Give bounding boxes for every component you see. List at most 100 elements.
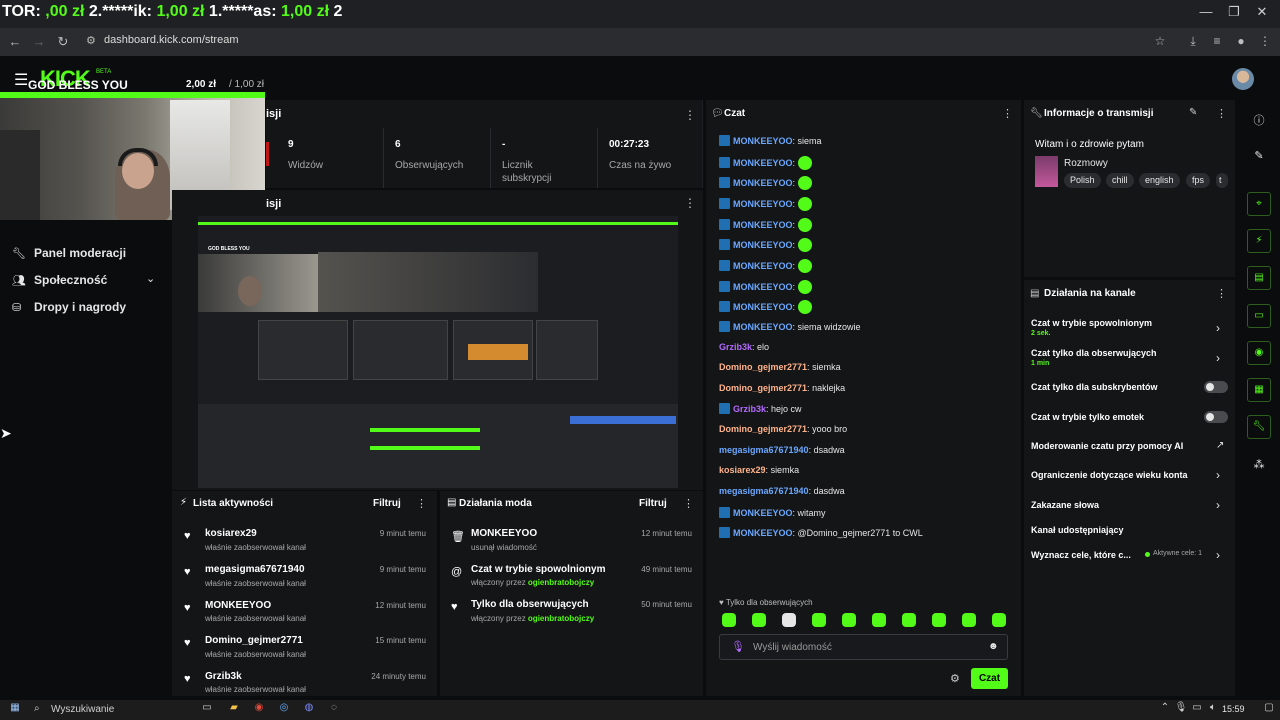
chevron-down-icon[interactable]: ⌄ xyxy=(146,272,155,285)
activity-name[interactable]: megasigma67671940 xyxy=(205,564,305,575)
chat-username[interactable]: MONKEEYOO xyxy=(733,158,793,168)
stats-menu-icon[interactable]: ⋮ xyxy=(684,108,696,122)
taskbar-clock[interactable]: 15:59 xyxy=(1222,704,1245,714)
quick-emote[interactable] xyxy=(752,613,766,627)
tray-chevron-icon[interactable]: ⌃ xyxy=(1158,702,1172,716)
chat-username[interactable]: Grzib3k xyxy=(719,342,752,352)
tag[interactable]: Polish xyxy=(1064,173,1101,188)
chat-settings-gear-icon[interactable]: ⚙ xyxy=(950,672,960,685)
chat-username[interactable]: MONKEEYOO xyxy=(733,282,793,292)
emote-only-toggle[interactable] xyxy=(1204,411,1228,423)
steam-icon[interactable]: ◎ xyxy=(277,702,291,716)
tag[interactable]: chill xyxy=(1106,173,1134,188)
sidebar-item-drops[interactable]: Dropy i nagrody xyxy=(34,300,126,314)
forward-icon[interactable]: → xyxy=(30,34,48,50)
mod-action-name[interactable]: Czat w trybie spowolnionym xyxy=(471,564,605,575)
setting-ai-moderation[interactable]: Moderowanie czatu przy pomocy AI xyxy=(1031,441,1183,451)
chevron-right-icon[interactable]: › xyxy=(1216,351,1220,365)
activity-menu-icon[interactable]: ⋮ xyxy=(416,497,427,510)
chat-username[interactable]: MONKEEYOO xyxy=(733,528,793,538)
preview-menu-icon[interactable]: ⋮ xyxy=(684,196,696,210)
clip-icon[interactable]: ⌖ xyxy=(1247,192,1271,216)
chat-username[interactable]: Domino_gejmer2771 xyxy=(719,424,807,434)
activity-name[interactable]: Grzib3k xyxy=(205,671,242,682)
mic-tray-icon[interactable]: 🎙︎ xyxy=(1174,702,1188,716)
quick-emote[interactable] xyxy=(932,613,946,627)
mod-filter-button[interactable]: Filtruj xyxy=(639,498,667,509)
url-field[interactable]: dashboard.kick.com/stream xyxy=(104,34,239,46)
setting-host-channel[interactable]: Kanał udostępniający xyxy=(1031,525,1124,535)
notification-icon[interactable]: ▢ xyxy=(1262,702,1276,716)
bolt-icon[interactable]: ⚡︎ xyxy=(1247,229,1271,253)
chat-username[interactable]: MONKEEYOO xyxy=(733,178,793,188)
chat-username[interactable]: megasigma67671940 xyxy=(719,486,809,496)
chevron-right-icon[interactable]: › xyxy=(1216,498,1220,512)
activity-name[interactable]: Domino_gejmer2771 xyxy=(205,635,303,646)
chat-emote[interactable] xyxy=(797,280,812,294)
chat-username[interactable]: MONKEEYOO xyxy=(733,322,793,332)
reload-icon[interactable]: ↻ xyxy=(54,34,72,50)
chat-emote[interactable] xyxy=(797,197,812,211)
sidebar-item-moderation[interactable]: Panel moderacji xyxy=(34,246,126,260)
chat-username[interactable]: Domino_gejmer2771 xyxy=(719,362,807,372)
media-icon[interactable]: ≡ xyxy=(1208,34,1226,50)
tag[interactable]: english xyxy=(1139,173,1180,188)
volume-icon[interactable]: 🔈︎ xyxy=(1206,702,1220,716)
chat-send-button[interactable]: Czat xyxy=(971,668,1008,689)
quick-emote[interactable] xyxy=(992,613,1006,627)
mod-action-name[interactable]: MONKEEYOO xyxy=(471,528,537,539)
chat-emote[interactable] xyxy=(797,238,812,252)
bookmark-star-icon[interactable]: ☆ xyxy=(1151,34,1169,50)
quick-emote[interactable] xyxy=(812,613,826,627)
chat-emote[interactable] xyxy=(797,176,812,190)
chat-icon[interactable]: ▭ xyxy=(1247,304,1271,328)
channel-actions-menu-icon[interactable]: ⋮ xyxy=(1216,287,1227,300)
search-icon[interactable]: ⌕ xyxy=(34,703,40,714)
maximize-icon[interactable]: ❐ xyxy=(1224,4,1244,22)
download-icon[interactable]: ⤓ xyxy=(1184,34,1202,50)
edit-pencil-icon[interactable]: ✎ xyxy=(1189,107,1197,118)
discord-icon[interactable]: ◍ xyxy=(302,702,316,716)
subscribers-only-toggle[interactable] xyxy=(1204,381,1228,393)
tag[interactable]: fps xyxy=(1186,173,1211,188)
microphone-icon[interactable]: 🎙︎ xyxy=(731,640,745,653)
chat-menu-icon[interactable]: ⋮ xyxy=(1002,107,1013,120)
quick-emote[interactable] xyxy=(722,613,736,627)
task-view-icon[interactable]: ▭ xyxy=(200,702,214,716)
chat-username[interactable]: MONKEEYOO xyxy=(733,136,793,146)
close-icon[interactable]: ✕ xyxy=(1252,4,1272,22)
activity-name[interactable]: MONKEEYOO xyxy=(205,600,271,611)
setting-slow-mode[interactable]: Czat w trybie spowolnionym xyxy=(1031,318,1152,328)
avatar[interactable] xyxy=(1232,68,1254,90)
chrome-icon[interactable]: ◉ xyxy=(252,702,266,716)
taskbar-search[interactable]: Wyszukiwanie xyxy=(51,704,114,715)
setting-followers-only[interactable]: Czat tylko dla obserwujących xyxy=(1031,348,1157,358)
chat-username[interactable]: Grzib3k xyxy=(733,404,766,414)
quick-emote[interactable] xyxy=(872,613,886,627)
chat-username[interactable]: Domino_gejmer2771 xyxy=(719,383,807,393)
mod-menu-icon[interactable]: ⋮ xyxy=(683,497,694,510)
chevron-right-icon[interactable]: › xyxy=(1216,321,1220,335)
quick-emote[interactable] xyxy=(962,613,976,627)
stream-info-menu-icon[interactable]: ⋮ xyxy=(1216,107,1227,120)
external-link-icon[interactable]: ↗ xyxy=(1216,440,1224,451)
broadcast-icon[interactable]: ◉ xyxy=(1247,341,1271,365)
mod-action-name[interactable]: Tylko dla obserwujących xyxy=(471,599,589,610)
layout-icon[interactable]: ▦ xyxy=(1247,378,1271,402)
tag[interactable]: t xyxy=(1216,173,1228,188)
profile-icon[interactable]: ● xyxy=(1232,34,1250,50)
chat-emote[interactable] xyxy=(797,218,812,232)
info-icon[interactable]: ⓘ xyxy=(1250,112,1268,128)
setting-banned-words[interactable]: Zakazane słowa xyxy=(1031,500,1099,510)
chat-username[interactable]: MONKEEYOO xyxy=(733,508,793,518)
hamburger-menu-icon[interactable]: ☰ xyxy=(14,70,28,90)
obs-icon[interactable]: ◌ xyxy=(327,702,341,716)
menu-kebab-icon[interactable]: ⋮ xyxy=(1256,34,1274,50)
apps-icon[interactable]: ⁂ xyxy=(1250,458,1268,471)
pencil-icon[interactable]: ✎ xyxy=(1250,149,1268,162)
chat-username[interactable]: megasigma67671940 xyxy=(719,445,809,455)
clipboard-icon[interactable]: ▤ xyxy=(1247,266,1271,290)
wrench-icon[interactable]: 🔧︎ xyxy=(1247,415,1271,439)
battery-icon[interactable]: ▭ xyxy=(1190,702,1204,716)
minimize-icon[interactable]: — xyxy=(1196,4,1216,22)
